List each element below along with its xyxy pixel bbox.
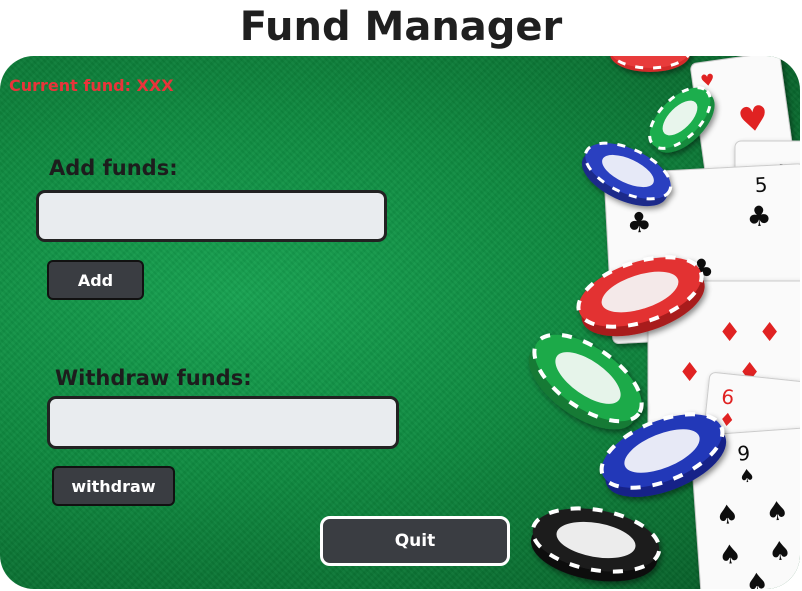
add-button[interactable]: Add	[47, 260, 144, 300]
current-fund-label: Current fund: XXX	[9, 76, 174, 95]
add-funds-input[interactable]	[36, 190, 387, 242]
page-title: Fund Manager	[239, 4, 563, 50]
fund-manager-window: Fund Manager ♥ ♥ 4 ♠ 5 ♣ ♣ ♣ ♣ ♣ ♦ ♦ ♦ ♦…	[0, 0, 802, 591]
withdraw-button[interactable]: withdraw	[52, 466, 175, 506]
felt-texture	[0, 56, 800, 589]
withdraw-funds-label: Withdraw funds:	[55, 366, 252, 390]
quit-button[interactable]: Quit	[320, 516, 510, 566]
felt-panel: ♥ ♥ 4 ♠ 5 ♣ ♣ ♣ ♣ ♣ ♦ ♦ ♦ ♦ ♦ ♦ 6 ♦ ♦ 9 …	[0, 56, 800, 589]
add-funds-label: Add funds:	[49, 156, 178, 180]
withdraw-funds-input[interactable]	[47, 396, 399, 449]
